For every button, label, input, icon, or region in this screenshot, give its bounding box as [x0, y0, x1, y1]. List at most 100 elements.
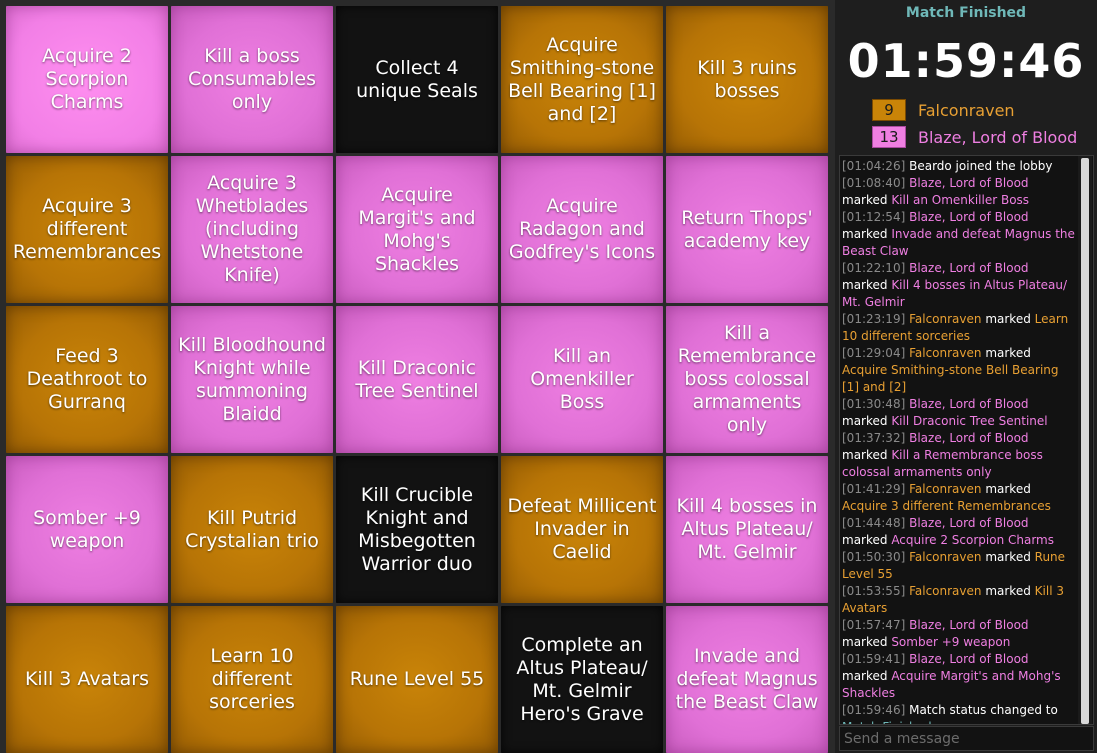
- chat-text: Falconraven: [909, 312, 982, 326]
- chat-message: [01:59:41] Blaze, Lord of Blood marked A…: [842, 651, 1077, 702]
- chat-message: [01:04:26] Beardo joined the lobby: [842, 158, 1077, 175]
- bingo-tile[interactable]: Return Thops' academy key: [666, 156, 828, 303]
- chat-text: Kill an Omenkiller Boss: [891, 193, 1030, 207]
- bingo-tile[interactable]: Kill Draconic Tree Sentinel: [336, 306, 498, 453]
- chat-timestamp: [01:30:48]: [842, 397, 906, 411]
- bingo-tile[interactable]: Learn 10 different sorceries: [171, 606, 333, 753]
- bingo-tile[interactable]: Kill 3 ruins bosses: [666, 6, 828, 153]
- bingo-tile[interactable]: Kill Crucible Knight and Misbegotten War…: [336, 456, 498, 603]
- chat-timestamp: [01:08:40]: [842, 176, 906, 190]
- chat-text: Falconraven: [909, 550, 982, 564]
- chat-message: [01:12:54] Blaze, Lord of Blood marked I…: [842, 209, 1077, 260]
- chat-message: [01:57:47] Blaze, Lord of Blood marked S…: [842, 617, 1077, 651]
- chat-message: [01:30:48] Blaze, Lord of Blood marked K…: [842, 396, 1077, 430]
- bingo-tile[interactable]: Kill 3 Avatars: [6, 606, 168, 753]
- bingo-tile[interactable]: Kill a Remembrance boss colossal armamen…: [666, 306, 828, 453]
- chat-timestamp: [01:37:32]: [842, 431, 906, 445]
- chat-message: [01:22:10] Blaze, Lord of Blood marked K…: [842, 260, 1077, 311]
- chat-log: [01:04:26] Beardo joined the lobby [01:08…: [840, 156, 1077, 724]
- chat-timestamp: [01:12:54]: [842, 210, 906, 224]
- player-score: 9: [872, 99, 906, 121]
- chat-timestamp: [01:44:48]: [842, 516, 906, 530]
- chat-text: marked: [842, 669, 892, 683]
- chat-message-input[interactable]: [839, 726, 1094, 751]
- scrollbar-thumb[interactable]: [1081, 158, 1089, 724]
- chat-text: marked: [842, 533, 892, 547]
- bingo-tile[interactable]: Acquire 3 Whetblades (including Whetston…: [171, 156, 333, 303]
- bingo-tile[interactable]: Kill an Omenkiller Boss: [501, 306, 663, 453]
- chat-text: marked: [842, 448, 892, 462]
- chat-message: [01:41:29] Falconraven marked Acquire 3 …: [842, 481, 1077, 515]
- chat-text: Blaze, Lord of Blood: [909, 618, 1029, 632]
- chat-text: Falconraven: [909, 482, 982, 496]
- bingo-tile[interactable]: Kill Bloodhound Knight while summoning B…: [171, 306, 333, 453]
- bingo-tile[interactable]: Complete an Altus Plateau/ Mt. Gelmir He…: [501, 606, 663, 753]
- bingo-board: Acquire 2 Scorpion Charms Kill a boss Con…: [0, 0, 835, 753]
- chat-text: Blaze, Lord of Blood: [909, 652, 1029, 666]
- chat-text: Acquire 3 different Remembrances: [842, 499, 1051, 513]
- chat-text: Blaze, Lord of Blood: [909, 261, 1029, 275]
- chat-text: Acquire 2 Scorpion Charms: [891, 533, 1054, 547]
- chat-text: marked: [981, 584, 1035, 598]
- bingo-tile[interactable]: Acquire 2 Scorpion Charms: [6, 6, 168, 153]
- chat-timestamp: [01:22:10]: [842, 261, 906, 275]
- chat-text: Blaze, Lord of Blood: [909, 176, 1029, 190]
- chat-timestamp: [01:23:19]: [842, 312, 906, 326]
- chat-timestamp: [01:57:47]: [842, 618, 906, 632]
- chat-text: marked: [981, 550, 1035, 564]
- bingo-tile[interactable]: Collect 4 unique Seals: [336, 6, 498, 153]
- bingo-tile[interactable]: Rune Level 55: [336, 606, 498, 753]
- chat-scrollbar[interactable]: [1078, 156, 1092, 724]
- chat-text: Falconraven: [909, 346, 982, 360]
- chat-message: [01:29:04] Falconraven marked Acquire Sm…: [842, 345, 1077, 396]
- bingo-tile[interactable]: Acquire Smithing-stone Bell Bearing [1] …: [501, 6, 663, 153]
- chat-timestamp: [01:04:26]: [842, 159, 906, 173]
- bingo-tile[interactable]: Kill Putrid Crystalian trio: [171, 456, 333, 603]
- match-timer: 01:59:46: [847, 34, 1085, 88]
- chat-message: [01:08:40] Blaze, Lord of Blood marked K…: [842, 175, 1077, 209]
- bingo-tile[interactable]: Kill a boss Consumables only: [171, 6, 333, 153]
- chat-timestamp: [01:59:41]: [842, 652, 906, 666]
- chat-timestamp: [01:41:29]: [842, 482, 906, 496]
- chat-timestamp: [01:53:55]: [842, 584, 906, 598]
- chat-message: [01:44:48] Blaze, Lord of Blood marked A…: [842, 515, 1077, 549]
- chat-text: marked: [842, 278, 892, 292]
- bingo-tile[interactable]: Acquire Radagon and Godfrey's Icons: [501, 156, 663, 303]
- chat-text: marked: [842, 227, 892, 241]
- chat-text: marked: [842, 193, 892, 207]
- bingo-tile[interactable]: Invade and defeat Magnus the Beast Claw: [666, 606, 828, 753]
- player-row-falconraven: 9 Falconraven: [872, 98, 1015, 122]
- chat-text: marked: [981, 482, 1031, 496]
- player-name: Falconraven: [918, 100, 1015, 120]
- chat-message: [01:23:19] Falconraven marked Learn 10 d…: [842, 311, 1077, 345]
- player-row-blaze: 13 Blaze, Lord of Blood: [872, 125, 1077, 149]
- chat-timestamp: [01:50:30]: [842, 550, 906, 564]
- chat-text: Acquire Smithing-stone Bell Bearing [1] …: [842, 363, 1059, 394]
- chat-message: [01:37:32] Blaze, Lord of Blood marked K…: [842, 430, 1077, 481]
- chat-text: marked: [842, 635, 892, 649]
- chat-text: Match Finished: [842, 720, 932, 724]
- side-panel: Match Finished 01:59:46 9 Falconraven 13…: [835, 0, 1097, 753]
- chat-text: marked: [981, 346, 1031, 360]
- chat-text: Blaze, Lord of Blood: [909, 397, 1029, 411]
- chat-panel: [01:04:26] Beardo joined the lobby [01:08…: [839, 155, 1094, 725]
- chat-timestamp: [01:59:46]: [842, 703, 906, 717]
- chat-message: [01:50:30] Falconraven marked Rune Level…: [842, 549, 1077, 583]
- bingo-tile[interactable]: Defeat Millicent Invader in Caelid: [501, 456, 663, 603]
- match-status: Match Finished: [905, 5, 1027, 21]
- bingo-tile[interactable]: Acquire 3 different Remembrances: [6, 156, 168, 303]
- player-score: 13: [872, 126, 906, 148]
- chat-text: Beardo joined the lobby: [909, 159, 1053, 173]
- chat-text: marked: [842, 414, 892, 428]
- chat-message: [01:53:55] Falconraven marked Kill 3 Ava…: [842, 583, 1077, 617]
- chat-message: [01:59:46] Match status changed to Match…: [842, 702, 1077, 724]
- chat-text: Falconraven: [909, 584, 982, 598]
- chat-text: Blaze, Lord of Blood: [909, 516, 1029, 530]
- bingo-tile[interactable]: Somber +9 weapon: [6, 456, 168, 603]
- bingo-tile[interactable]: Acquire Margit's and Mohg's Shackles: [336, 156, 498, 303]
- chat-text: Somber +9 weapon: [891, 635, 1011, 649]
- chat-timestamp: [01:29:04]: [842, 346, 906, 360]
- chat-text: Match status changed to: [909, 703, 1058, 717]
- bingo-tile[interactable]: Feed 3 Deathroot to Gurranq: [6, 306, 168, 453]
- bingo-tile[interactable]: Kill 4 bosses in Altus Plateau/ Mt. Gelm…: [666, 456, 828, 603]
